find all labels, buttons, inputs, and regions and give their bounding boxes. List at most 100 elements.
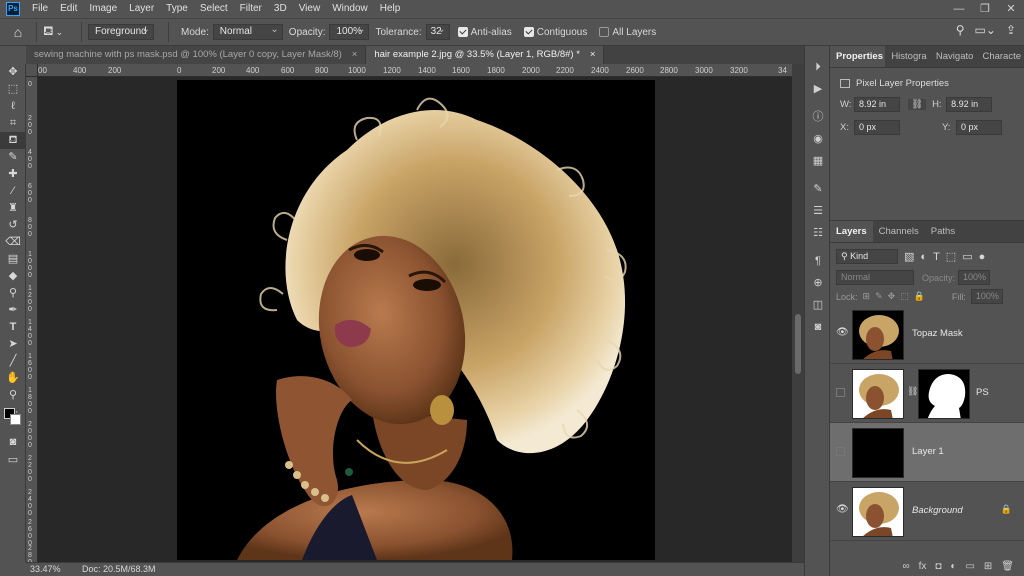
- menu-filter[interactable]: Filter: [234, 0, 268, 18]
- visibility-eye-icon[interactable]: 👁: [836, 504, 849, 515]
- properties-panel-icon[interactable]: ◫: [805, 294, 831, 316]
- smart-object-filter-icon[interactable]: ▭: [962, 250, 972, 263]
- eraser-tool-icon[interactable]: ⌫: [0, 234, 26, 251]
- tab-sewing-machine[interactable]: sewing machine with ps mask.psd @ 100% (…: [26, 46, 367, 64]
- adjustment-filter-icon[interactable]: ◐: [920, 251, 927, 263]
- menu-edit[interactable]: Edit: [54, 0, 83, 18]
- contiguous-checkbox[interactable]: [523, 27, 534, 37]
- tab-layers[interactable]: Layers: [830, 221, 873, 242]
- width-field[interactable]: 8.92 in: [854, 97, 900, 112]
- gradient-tool-icon[interactable]: ▤: [0, 251, 26, 268]
- lock-position-icon[interactable]: ✥: [888, 291, 896, 302]
- lock-transparent-icon[interactable]: ⊞: [863, 291, 871, 302]
- mask-link-icon[interactable]: ⛓: [907, 386, 918, 397]
- paint-bucket-tool-icon[interactable]: ⛾: [0, 132, 26, 149]
- line-tool-icon[interactable]: ╱: [0, 353, 26, 370]
- menu-layer[interactable]: Layer: [123, 0, 160, 18]
- dodge-tool-icon[interactable]: ⚲: [0, 285, 26, 302]
- menu-3d[interactable]: 3D: [268, 0, 293, 18]
- menu-file[interactable]: File: [26, 0, 54, 18]
- anti-alias-checkbox[interactable]: [457, 27, 468, 37]
- scroll-thumb[interactable]: [795, 314, 801, 374]
- tab-paths[interactable]: Paths: [925, 221, 961, 242]
- x-field[interactable]: 0 px: [854, 120, 900, 135]
- vertical-scrollbar[interactable]: [792, 64, 804, 562]
- color-panel-icon[interactable]: ◉: [805, 128, 831, 150]
- tab-close-icon[interactable]: ×: [590, 46, 596, 64]
- layer-style-icon[interactable]: fx: [919, 558, 927, 576]
- link-layers-icon[interactable]: ∞: [902, 558, 909, 576]
- tab-navigator[interactable]: Navigato: [930, 46, 977, 67]
- adjustment-layer-icon[interactable]: ◐: [950, 558, 956, 576]
- visibility-toggle[interactable]: [836, 388, 845, 397]
- marquee-tool-icon[interactable]: ⬚: [0, 81, 26, 98]
- layer-row-ps[interactable]: ⛓ PS: [830, 364, 1024, 423]
- lasso-tool-icon[interactable]: ℓ: [0, 98, 26, 115]
- history-brush-tool-icon[interactable]: ↺: [0, 217, 26, 234]
- tab-histogram[interactable]: Histogra: [885, 46, 930, 67]
- libraries-icon[interactable]: ◙: [805, 316, 831, 338]
- path-selection-tool-icon[interactable]: ➤: [0, 336, 26, 353]
- layer-opacity-field[interactable]: 100%: [958, 270, 991, 285]
- home-icon[interactable]: ⌂: [6, 20, 30, 44]
- add-mask-icon[interactable]: ◘: [935, 558, 941, 576]
- zoom-tool-icon[interactable]: ⚲: [0, 387, 26, 404]
- minimize-button[interactable]: —: [946, 0, 972, 18]
- layer-name[interactable]: Background: [912, 505, 963, 516]
- swatches-panel-icon[interactable]: ▦: [805, 150, 831, 172]
- search-icon[interactable]: ⚲: [956, 23, 965, 37]
- layer-name[interactable]: Layer 1: [912, 446, 944, 457]
- type-filter-icon[interactable]: T: [933, 251, 940, 263]
- kind-filter-select[interactable]: ⚲ Kind: [836, 249, 898, 264]
- portrait-image[interactable]: [177, 80, 655, 560]
- clone-stamp-tool-icon[interactable]: ♜: [0, 200, 26, 217]
- restore-button[interactable]: ❐: [972, 0, 998, 18]
- actions-panel-icon[interactable]: ▶: [805, 78, 831, 100]
- height-field[interactable]: 8.92 in: [946, 97, 993, 112]
- layer-row-layer-1[interactable]: Layer 1: [830, 423, 1024, 482]
- blur-tool-icon[interactable]: ◆: [0, 268, 26, 285]
- lock-artboard-icon[interactable]: ⬚: [900, 291, 909, 302]
- canvas-area[interactable]: [38, 77, 792, 562]
- layer-name[interactable]: Topaz Mask: [912, 328, 963, 339]
- layer-row-background[interactable]: 👁 Background 🔒: [830, 482, 1024, 541]
- mode-select[interactable]: Normal: [212, 23, 283, 40]
- lock-image-icon[interactable]: ✎: [875, 291, 883, 302]
- new-layer-icon[interactable]: ⊞: [984, 558, 992, 576]
- pen-tool-icon[interactable]: ✒: [0, 302, 26, 319]
- lock-all-icon[interactable]: 🔒: [914, 291, 925, 302]
- pixel-filter-icon[interactable]: ▧: [904, 250, 914, 263]
- menu-view[interactable]: View: [293, 0, 327, 18]
- paint-bucket-tool-preset-icon[interactable]: ⛾ ⌄: [43, 23, 75, 41]
- move-tool-icon[interactable]: ✥: [0, 64, 26, 81]
- fill-field[interactable]: 100%: [970, 289, 1003, 304]
- opacity-field[interactable]: 100%: [329, 23, 370, 40]
- shape-filter-icon[interactable]: ⬚: [946, 250, 956, 263]
- menu-image[interactable]: Image: [83, 0, 123, 18]
- blend-mode-select[interactable]: Normal: [836, 270, 914, 285]
- new-group-icon[interactable]: ▭: [965, 558, 974, 576]
- workspace-icon[interactable]: ▭⌄: [975, 23, 996, 37]
- adjustments-icon[interactable]: ☰: [805, 200, 831, 222]
- delete-layer-icon[interactable]: 🗑: [1001, 558, 1014, 576]
- menu-window[interactable]: Window: [326, 0, 374, 18]
- history-panel-icon[interactable]: ⏵: [805, 56, 831, 78]
- clone-source-icon[interactable]: ⊕: [805, 272, 831, 294]
- crop-tool-icon[interactable]: ⌗: [0, 115, 26, 132]
- tab-properties[interactable]: Properties: [830, 46, 886, 67]
- quick-mask-icon[interactable]: ◙: [0, 434, 26, 451]
- eyedropper-tool-icon[interactable]: ✎: [0, 149, 26, 166]
- layer-row-topaz-mask[interactable]: 👁 Topaz Mask: [830, 305, 1024, 364]
- tab-hair-example[interactable]: hair example 2.jpg @ 33.5% (Layer 1, RGB…: [366, 46, 605, 64]
- y-field[interactable]: 0 px: [956, 120, 1002, 135]
- tab-close-icon[interactable]: ×: [352, 46, 358, 64]
- brush-settings-icon[interactable]: ✎: [805, 178, 831, 200]
- link-icon[interactable]: ⛓: [908, 99, 927, 110]
- menu-help[interactable]: Help: [374, 0, 407, 18]
- tab-character[interactable]: Characte: [976, 46, 1024, 67]
- spot-healing-tool-icon[interactable]: ✚: [0, 166, 26, 183]
- type-tool-icon[interactable]: T: [0, 319, 26, 336]
- brush-tool-icon[interactable]: ⁄: [0, 183, 26, 200]
- layer-name[interactable]: PS: [976, 387, 989, 398]
- menu-type[interactable]: Type: [160, 0, 194, 18]
